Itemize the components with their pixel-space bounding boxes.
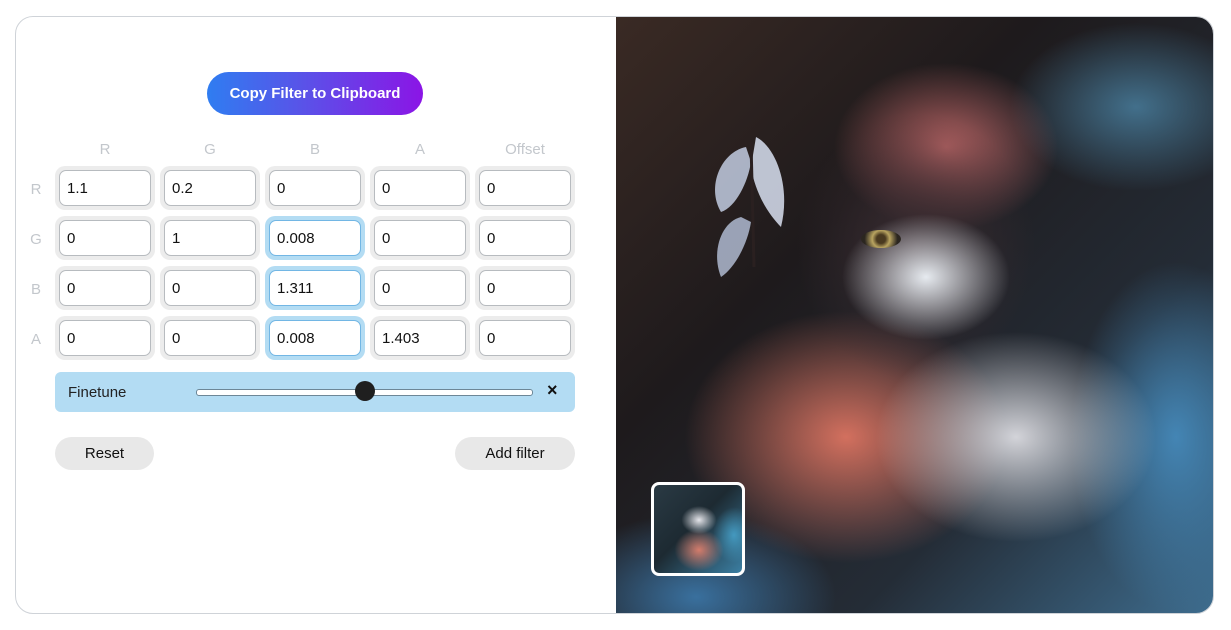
row-header-b: B [30,281,41,298]
matrix-input-r-offset[interactable] [479,170,571,206]
matrix-cell-r-a [370,166,470,210]
finetune-slider-thumb[interactable] [354,381,375,401]
matrix-input-r-a[interactable] [374,170,466,206]
row-header-g: G [30,231,42,248]
matrix-input-g-a[interactable] [374,220,466,256]
column-header-g: G [204,141,216,158]
matrix-cell-b-offset [475,266,575,310]
preview-panel [616,17,1213,613]
matrix-cell-r-g [160,166,260,210]
matrix-cell-a-a [370,316,470,360]
matrix-cell-a-r [55,316,155,360]
matrix-cell-a-b [265,316,365,360]
matrix-input-g-b[interactable] [269,220,361,256]
finetune-label: Finetune [68,384,127,401]
matrix-input-g-g[interactable] [164,220,256,256]
matrix-input-b-a[interactable] [374,270,466,306]
matrix-cell-g-offset [475,216,575,260]
column-header-b: B [309,141,320,158]
filter-editor-card: Copy Filter to Clipboard R G B A Offset … [15,16,1214,614]
cat-eye [861,230,901,248]
matrix-cell-g-a [370,216,470,260]
matrix-input-a-b[interactable] [269,320,361,356]
reset-button[interactable]: Reset [55,437,154,470]
matrix-input-b-b[interactable] [269,270,361,306]
add-filter-button[interactable]: Add filter [455,437,575,470]
matrix-cell-b-a [370,266,470,310]
matrix-input-g-offset[interactable] [479,220,571,256]
finetune-bar: Finetune × [55,372,575,412]
column-header-offset: Offset [505,141,545,158]
butterfly-shape [715,137,785,277]
row-header-r: R [30,181,42,198]
matrix-input-r-g[interactable] [164,170,256,206]
matrix-input-a-offset[interactable] [479,320,571,356]
matrix-input-b-offset[interactable] [479,270,571,306]
column-header-r: R [99,141,111,158]
matrix-cell-g-g [160,216,260,260]
matrix-input-b-g[interactable] [164,270,256,306]
original-thumbnail[interactable] [651,482,745,576]
close-icon[interactable]: × [547,380,558,401]
matrix-cell-g-b [265,216,365,260]
row-header-a: A [30,331,41,348]
matrix-input-b-r[interactable] [59,270,151,306]
matrix-cell-r-b [265,166,365,210]
matrix-cell-r-r [55,166,155,210]
matrix-input-r-r[interactable] [59,170,151,206]
matrix-input-a-a[interactable] [374,320,466,356]
matrix-input-a-r[interactable] [59,320,151,356]
copy-filter-button[interactable]: Copy Filter to Clipboard [207,72,423,115]
column-header-a: A [414,141,425,158]
matrix-input-r-b[interactable] [269,170,361,206]
matrix-cell-r-offset [475,166,575,210]
matrix-input-a-g[interactable] [164,320,256,356]
matrix-cell-b-b [265,266,365,310]
matrix-cell-g-r [55,216,155,260]
matrix-cell-b-g [160,266,260,310]
matrix-cell-a-offset [475,316,575,360]
matrix-cell-a-g [160,316,260,360]
matrix-panel: Copy Filter to Clipboard R G B A Offset … [16,17,616,613]
matrix-cell-b-r [55,266,155,310]
matrix-input-g-r[interactable] [59,220,151,256]
